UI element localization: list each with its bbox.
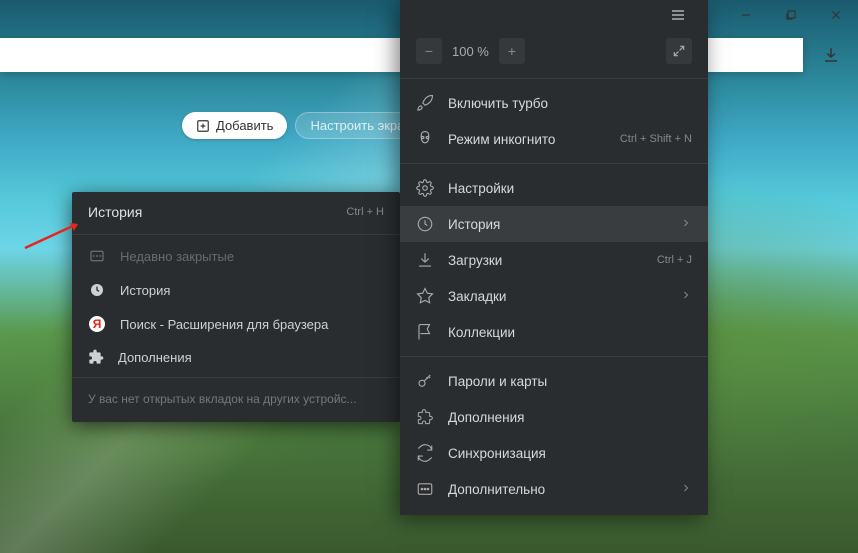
more-icon bbox=[416, 480, 434, 498]
divider bbox=[72, 234, 400, 235]
menu-shortcut: Ctrl + Shift + N bbox=[620, 133, 692, 145]
menu-passwords[interactable]: Пароли и карты bbox=[400, 363, 708, 399]
divider bbox=[400, 163, 708, 164]
menu-label: Режим инкогнито bbox=[448, 132, 606, 147]
menu-history[interactable]: История bbox=[400, 206, 708, 242]
download-icon bbox=[416, 251, 434, 269]
zoom-controls: − 100 % + bbox=[400, 30, 708, 72]
chevron-right-icon bbox=[680, 482, 692, 497]
plus-box-icon bbox=[196, 119, 210, 133]
maximize-button[interactable] bbox=[768, 0, 813, 30]
submenu-shortcut: Ctrl + H bbox=[346, 206, 384, 218]
hamburger-button[interactable] bbox=[655, 0, 700, 30]
submenu-item-label: История bbox=[120, 283, 170, 298]
menu-label: Настройки bbox=[448, 181, 692, 196]
close-button[interactable] bbox=[813, 0, 858, 30]
submenu-search-extensions[interactable]: Я Поиск - Расширения для браузера bbox=[72, 307, 400, 341]
menu-label: Загрузки bbox=[448, 253, 643, 268]
menu-sync[interactable]: Синхронизация bbox=[400, 435, 708, 471]
rocket-icon bbox=[416, 94, 434, 112]
divider bbox=[72, 377, 400, 378]
menu-downloads[interactable]: Загрузки Ctrl + J bbox=[400, 242, 708, 278]
submenu-item-label: Недавно закрытые bbox=[120, 249, 234, 264]
menu-incognito[interactable]: Режим инкогнито Ctrl + Shift + N bbox=[400, 121, 708, 157]
menu-label: Закладки bbox=[448, 289, 666, 304]
download-indicator[interactable] bbox=[816, 40, 846, 70]
menu-turbo[interactable]: Включить турбо bbox=[400, 85, 708, 121]
menu-bookmarks[interactable]: Закладки bbox=[400, 278, 708, 314]
menu-label: Синхронизация bbox=[448, 446, 692, 461]
divider bbox=[400, 356, 708, 357]
menu-settings[interactable]: Настройки bbox=[400, 170, 708, 206]
history-submenu: История Ctrl + H Недавно закрытые Истори… bbox=[72, 192, 400, 422]
zoom-value: 100 % bbox=[446, 44, 495, 59]
zoom-in-button[interactable]: + bbox=[499, 38, 525, 64]
history-icon bbox=[416, 215, 434, 233]
submenu-item-label: Поиск - Расширения для браузера bbox=[120, 317, 328, 332]
fullscreen-button[interactable] bbox=[666, 38, 692, 64]
menu-collections[interactable]: Коллекции bbox=[400, 314, 708, 350]
recently-closed-icon bbox=[88, 247, 106, 265]
yandex-icon: Я bbox=[88, 315, 106, 333]
chevron-right-icon bbox=[680, 289, 692, 304]
menu-label: Пароли и карты bbox=[448, 374, 692, 389]
submenu-title: История bbox=[88, 204, 346, 220]
menu-addons[interactable]: Дополнения bbox=[400, 399, 708, 435]
annotation-arrow bbox=[20, 220, 80, 250]
window-controls bbox=[723, 0, 858, 30]
incognito-icon bbox=[416, 130, 434, 148]
flag-icon bbox=[416, 323, 434, 341]
menu-shortcut: Ctrl + J bbox=[657, 254, 692, 266]
menu-label: Дополнительно bbox=[448, 482, 666, 497]
puzzle-icon bbox=[416, 408, 434, 426]
menu-label: Коллекции bbox=[448, 325, 692, 340]
submenu-recently-closed: Недавно закрытые bbox=[72, 239, 400, 273]
minimize-button[interactable] bbox=[723, 0, 768, 30]
main-menu: − 100 % + Включить турбо Режим инкогнито… bbox=[400, 0, 708, 515]
submenu-header[interactable]: История Ctrl + H bbox=[72, 192, 400, 230]
key-icon bbox=[416, 372, 434, 390]
menu-more[interactable]: Дополнительно bbox=[400, 471, 708, 507]
star-icon bbox=[416, 287, 434, 305]
submenu-history[interactable]: История bbox=[72, 273, 400, 307]
submenu-addons[interactable]: Дополнения bbox=[72, 341, 400, 373]
divider bbox=[400, 78, 708, 79]
puzzle-icon bbox=[88, 349, 104, 365]
add-button-label: Добавить bbox=[216, 118, 273, 133]
submenu-footer: У вас нет открытых вкладок на других уст… bbox=[72, 382, 400, 416]
search-bar-arrow bbox=[786, 38, 803, 72]
menu-label: Дополнения bbox=[448, 410, 692, 425]
tableau-actions: Добавить Настроить экра bbox=[182, 112, 419, 139]
menu-label: Включить турбо bbox=[448, 96, 692, 111]
submenu-item-label: Дополнения bbox=[118, 350, 192, 365]
zoom-out-button[interactable]: − bbox=[416, 38, 442, 64]
gear-icon bbox=[416, 179, 434, 197]
chevron-right-icon bbox=[680, 217, 692, 232]
menu-label: История bbox=[448, 217, 666, 232]
sync-icon bbox=[416, 444, 434, 462]
add-button[interactable]: Добавить bbox=[182, 112, 287, 139]
configure-button-label: Настроить экра bbox=[310, 118, 404, 133]
clock-icon bbox=[88, 281, 106, 299]
